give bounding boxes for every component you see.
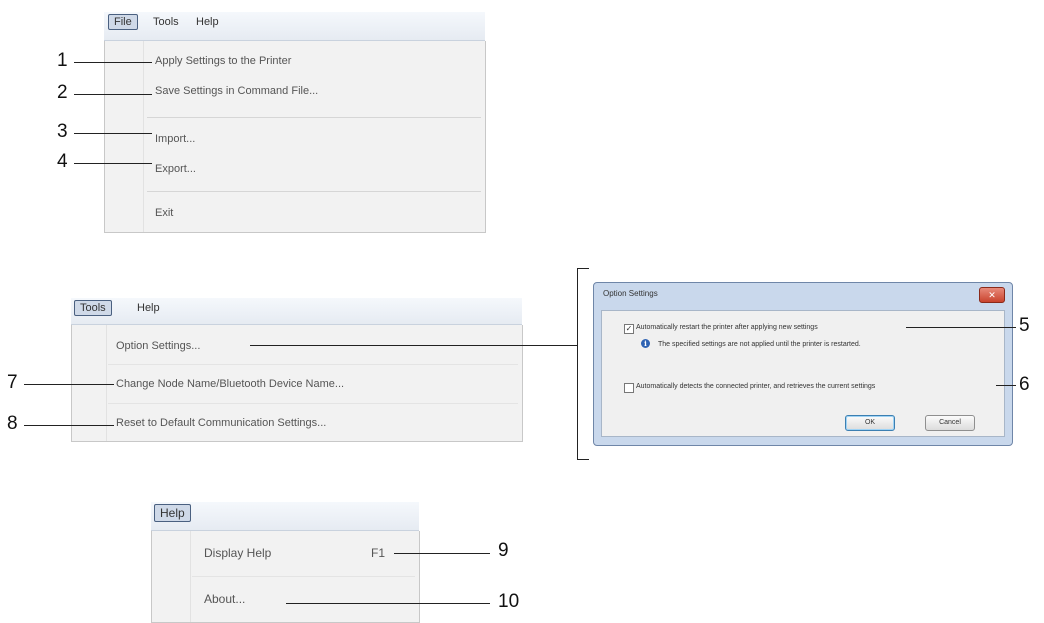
menu-gutter <box>105 41 144 232</box>
cancel-button[interactable]: Cancel <box>925 415 975 431</box>
auto-detect-label: Automatically detects the connected prin… <box>636 383 876 390</box>
callout-line <box>74 133 152 134</box>
option-settings-dialog: Option Settings ✕ ✓ Automatically restar… <box>593 282 1013 446</box>
menu-item-option-settings[interactable]: Option Settings... <box>116 340 200 352</box>
help-menu-title[interactable]: Help <box>196 16 219 28</box>
file-menubar: File Tools Help <box>104 12 485 41</box>
callout-bracket <box>577 268 578 460</box>
menu-separator <box>147 191 481 192</box>
help-menu-title[interactable]: Help <box>137 302 160 314</box>
restart-printer-checkbox[interactable]: ✓ <box>624 324 634 334</box>
callout-number: 4 <box>57 151 68 172</box>
menu-gutter <box>152 531 191 622</box>
callout-line <box>74 94 152 95</box>
callout-line <box>24 384 114 385</box>
callout-line <box>394 553 490 554</box>
callout-line <box>250 345 578 346</box>
help-menubar: Help <box>151 502 419 531</box>
callout-number: 7 <box>7 372 18 393</box>
menu-separator <box>147 117 481 118</box>
info-icon: i <box>641 339 650 348</box>
callout-bracket <box>577 459 589 460</box>
menu-item-export[interactable]: Export... <box>155 163 196 175</box>
callout-number: 6 <box>1019 374 1030 395</box>
menu-separator <box>108 403 518 404</box>
callout-line <box>24 425 114 426</box>
menu-item-reset-defaults[interactable]: Reset to Default Communication Settings.… <box>116 417 326 429</box>
tools-menu-title[interactable]: Tools <box>74 300 112 316</box>
menu-item-exit[interactable]: Exit <box>155 207 173 219</box>
tools-menu-title[interactable]: Tools <box>153 16 179 28</box>
callout-bracket <box>577 268 589 269</box>
menu-item-import[interactable]: Import... <box>155 133 195 145</box>
help-menu-dropdown: Display Help F1 About... <box>151 531 420 623</box>
menu-item-save-settings[interactable]: Save Settings in Command File... <box>155 85 318 97</box>
menu-separator <box>192 576 415 577</box>
tools-menu-dropdown: Option Settings... Change Node Name/Blue… <box>71 325 523 442</box>
callout-number: 1 <box>57 50 68 71</box>
dialog-title: Option Settings <box>603 289 658 298</box>
help-menu-title[interactable]: Help <box>154 504 191 522</box>
tools-menubar: Tools Help <box>71 298 522 325</box>
menu-item-about[interactable]: About... <box>204 592 245 606</box>
callout-number: 8 <box>7 413 18 434</box>
shortcut-f1: F1 <box>371 546 386 560</box>
info-text: The specified settings are not applied u… <box>658 341 861 348</box>
restart-printer-label: Automatically restart the printer after … <box>636 324 818 331</box>
menu-separator <box>108 364 518 365</box>
callout-number: 2 <box>57 82 68 103</box>
callout-number: 10 <box>498 591 520 612</box>
dialog-body: ✓ Automatically restart the printer afte… <box>601 310 1005 437</box>
callout-line <box>286 603 490 604</box>
callout-number: 5 <box>1019 315 1030 336</box>
ok-button[interactable]: OK <box>845 415 895 431</box>
auto-detect-checkbox[interactable] <box>624 383 634 393</box>
callout-line <box>906 327 1016 328</box>
callout-line <box>74 62 152 63</box>
menu-item-display-help[interactable]: Display Help <box>204 546 271 560</box>
close-icon[interactable]: ✕ <box>979 287 1005 303</box>
callout-line <box>74 163 152 164</box>
menu-gutter <box>72 325 107 441</box>
callout-line <box>996 385 1016 386</box>
menu-item-change-node-name[interactable]: Change Node Name/Bluetooth Device Name..… <box>116 378 344 390</box>
file-menu-title[interactable]: File <box>108 14 138 30</box>
menu-item-apply-settings[interactable]: Apply Settings to the Printer <box>155 55 291 67</box>
callout-number: 3 <box>57 121 68 142</box>
file-menu-dropdown: Apply Settings to the Printer Save Setti… <box>104 41 486 233</box>
callout-number: 9 <box>498 540 509 561</box>
